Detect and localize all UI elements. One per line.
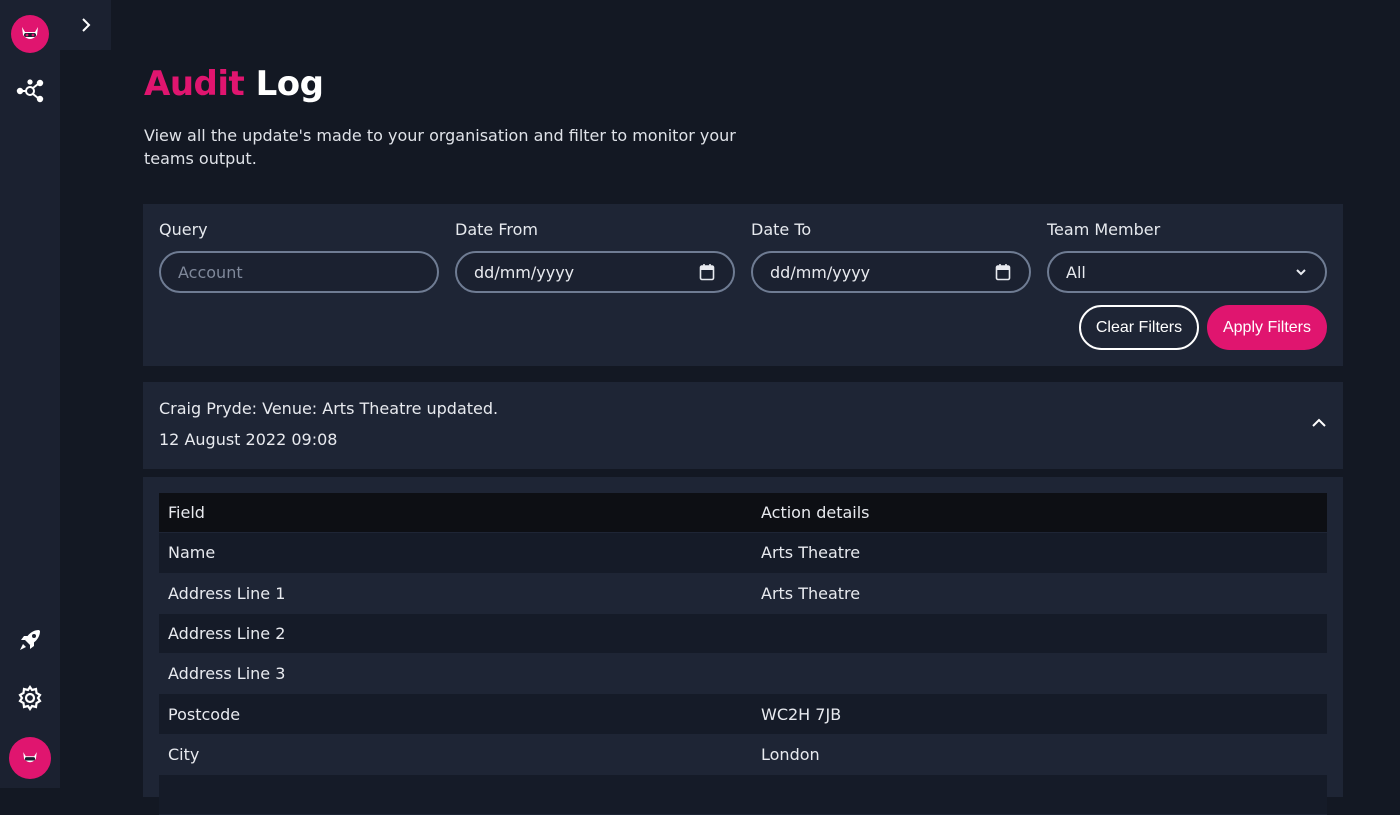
calendar-icon[interactable] xyxy=(699,263,715,281)
date-from-value: dd/mm/yyyy xyxy=(474,263,574,282)
cell-field: Address Line 3 xyxy=(159,664,761,683)
gear-icon[interactable] xyxy=(10,678,50,718)
query-input[interactable] xyxy=(178,263,420,282)
date-from-input[interactable]: dd/mm/yyyy xyxy=(455,251,735,293)
date-from-field: Date From dd/mm/yyyy xyxy=(455,220,735,293)
side-nav xyxy=(0,0,60,788)
team-member-select[interactable]: All xyxy=(1047,251,1327,293)
column-header-field: Field xyxy=(159,503,761,522)
cell-field: Name xyxy=(159,543,761,562)
main-content: Audit Log View all the update's made to … xyxy=(60,0,1400,788)
user-avatar-icon[interactable] xyxy=(8,736,52,780)
logo-avatar-icon[interactable] xyxy=(10,14,50,54)
filter-panel: Query Date From dd/mm/yyyy Date To dd/mm… xyxy=(143,204,1343,366)
cell-value: WC2H 7JB xyxy=(761,705,1327,724)
table-row: Address Line 1 Arts Theatre xyxy=(159,574,1327,614)
details-table: Field Action details Name Arts Theatre A… xyxy=(159,493,1327,815)
chevron-up-icon[interactable] xyxy=(1311,416,1327,430)
table-row xyxy=(159,775,1327,815)
clear-filters-button[interactable]: Clear Filters xyxy=(1079,305,1199,350)
query-field: Query xyxy=(159,220,439,293)
audit-details-panel: Field Action details Name Arts Theatre A… xyxy=(143,477,1343,797)
cell-value: Arts Theatre xyxy=(761,584,1327,603)
date-to-input[interactable]: dd/mm/yyyy xyxy=(751,251,1031,293)
page-title: Audit Log xyxy=(144,64,323,104)
team-member-field: Team Member All xyxy=(1047,220,1327,293)
apply-filters-button[interactable]: Apply Filters xyxy=(1207,305,1327,350)
cell-value: Arts Theatre xyxy=(761,543,1327,562)
audit-entry-header[interactable]: Craig Pryde: Venue: Arts Theatre updated… xyxy=(143,382,1343,469)
cell-field: Address Line 1 xyxy=(159,584,761,603)
date-to-value: dd/mm/yyyy xyxy=(770,263,870,282)
page-subtitle: View all the update's made to your organ… xyxy=(144,124,744,170)
table-row: Postcode WC2H 7JB xyxy=(159,694,1327,734)
cell-value: London xyxy=(761,745,1327,764)
audit-entry-date: 12 August 2022 09:08 xyxy=(159,430,337,449)
cell-field: Postcode xyxy=(159,705,761,724)
cell-field: Address Line 2 xyxy=(159,624,761,643)
table-row: Name Arts Theatre xyxy=(159,533,1327,573)
rocket-icon[interactable] xyxy=(10,620,50,660)
date-to-label: Date To xyxy=(751,220,1031,242)
table-header-row: Field Action details xyxy=(159,493,1327,533)
team-member-label: Team Member xyxy=(1047,220,1327,242)
cell-field: City xyxy=(159,745,761,764)
date-from-label: Date From xyxy=(455,220,735,242)
audit-entry-title: Craig Pryde: Venue: Arts Theatre updated… xyxy=(159,399,498,418)
table-row: Address Line 3 xyxy=(159,654,1327,694)
calendar-icon[interactable] xyxy=(995,263,1011,281)
team-member-value: All xyxy=(1066,263,1086,282)
network-icon[interactable] xyxy=(10,71,50,111)
column-header-action-details: Action details xyxy=(761,503,1327,522)
page-title-accent: Audit xyxy=(144,64,244,104)
table-row: City London xyxy=(159,735,1327,775)
chevron-down-icon xyxy=(1295,267,1307,277)
date-to-field: Date To dd/mm/yyyy xyxy=(751,220,1031,293)
query-box xyxy=(159,251,439,293)
page-title-rest: Log xyxy=(256,64,324,104)
table-row: Address Line 2 xyxy=(159,614,1327,654)
query-label: Query xyxy=(159,220,439,242)
